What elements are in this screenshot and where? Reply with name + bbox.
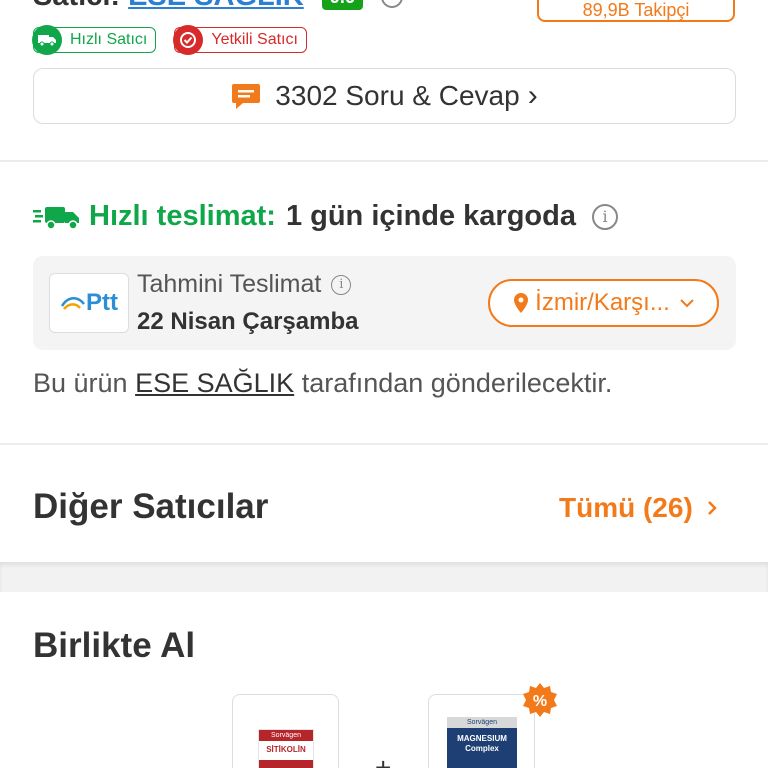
- shipment-box: Ptt Tahmini Teslimat i 22 Nisan Çarşamba…: [33, 256, 736, 350]
- seller-name-link[interactable]: ESE SAĞLIK: [128, 0, 304, 12]
- product-card-citicoline[interactable]: Sorvägen SİTİKOLİN: [232, 694, 339, 768]
- sender-name-link[interactable]: ESE SAĞLIK: [135, 368, 294, 398]
- section-separator: [0, 562, 768, 592]
- fast-delivery-row: Hızlı teslimat: 1 gün içinde kargoda i: [33, 200, 618, 233]
- product-brand: Sorvägen: [447, 717, 517, 728]
- location-pin-icon: [514, 293, 529, 313]
- all-sellers-link[interactable]: Tümü (26): [559, 492, 717, 524]
- truck-icon: [32, 25, 62, 55]
- seller-label: Satıcı:: [33, 0, 120, 12]
- plus-sign: +: [375, 752, 392, 768]
- estimated-delivery-date: 22 Nisan Çarşamba: [137, 308, 359, 335]
- seller-section: Satıcı: ESE SAĞLIK 9.6 89,9B Takipçi Hız…: [0, 0, 768, 160]
- chevron-down-icon: [680, 299, 694, 308]
- all-sellers-label: Tümü (26): [559, 492, 693, 523]
- other-sellers-title: Diğer Satıcılar: [33, 487, 269, 526]
- product-brand: Sorvägen: [259, 730, 313, 741]
- product-name: MAGNESIUM Complex: [457, 734, 507, 753]
- fast-truck-icon: [33, 206, 79, 230]
- fast-seller-badge: Hızlı Satıcı: [32, 25, 157, 55]
- estimated-delivery-text: Tahmini Teslimat: [137, 270, 322, 298]
- seller-title: Satıcı: ESE SAĞLIK 9.6: [33, 0, 403, 13]
- sender-info: Bu ürün ESE SAĞLIK tarafından gönderilec…: [33, 368, 612, 399]
- estimated-delivery-label: Tahmini Teslimat i: [137, 270, 352, 299]
- verified-check-icon: [173, 25, 204, 55]
- estimate-info-icon[interactable]: i: [331, 274, 352, 295]
- sender-suffix: tarafından gönderilecektir.: [301, 368, 613, 398]
- product-name: SİTİKOLİN: [266, 745, 306, 754]
- ptt-logo: Ptt: [49, 273, 129, 333]
- authorized-seller-label: Yetkili Satıcı: [211, 31, 298, 48]
- divider: [0, 160, 768, 162]
- sender-prefix: Bu ürün: [33, 368, 128, 398]
- product-image: Sorvägen SİTİKOLİN: [258, 729, 314, 768]
- seller-badges: Hızlı Satıcı Yetkili Satıcı: [32, 25, 307, 55]
- fast-delivery-text: 1 gün içinde kargoda: [285, 200, 576, 232]
- ptt-swirl-icon: [60, 297, 85, 310]
- divider: [0, 443, 768, 445]
- discount-badge-icon: %: [523, 683, 557, 717]
- questions-answers-label: 3302 Soru & Cevap: [275, 80, 520, 111]
- product-card-magnesium[interactable]: Sorvägen MAGNESIUM Complex: [428, 694, 535, 768]
- delivery-info-icon[interactable]: i: [592, 203, 618, 230]
- fast-delivery-label: Hızlı teslimat:: [89, 200, 276, 232]
- product-image: Sorvägen MAGNESIUM Complex: [447, 717, 517, 768]
- chevron-right-icon: ›: [527, 79, 538, 112]
- chevron-right-icon: [707, 501, 717, 515]
- followers-count: 89,9B Takipçi: [582, 0, 690, 20]
- location-selector[interactable]: İzmir/Karşı...: [488, 279, 719, 327]
- ptt-logo-text: Ptt: [86, 289, 118, 316]
- follow-button[interactable]: 89,9B Takipçi: [537, 0, 735, 22]
- questions-answers-button[interactable]: 3302 Soru & Cevap ›: [33, 68, 736, 124]
- chat-bubble-icon: [232, 84, 261, 109]
- seller-score-badge: 9.6: [321, 0, 363, 10]
- seller-info-icon[interactable]: [380, 0, 403, 9]
- discount-symbol: %: [533, 693, 547, 710]
- authorized-seller-badge: Yetkili Satıcı: [173, 25, 307, 55]
- product-label-band: [259, 760, 313, 768]
- location-text: İzmir/Karşı...: [535, 289, 670, 316]
- buy-together-title: Birlikte Al: [33, 626, 196, 665]
- fast-seller-label: Hızlı Satıcı: [70, 31, 148, 48]
